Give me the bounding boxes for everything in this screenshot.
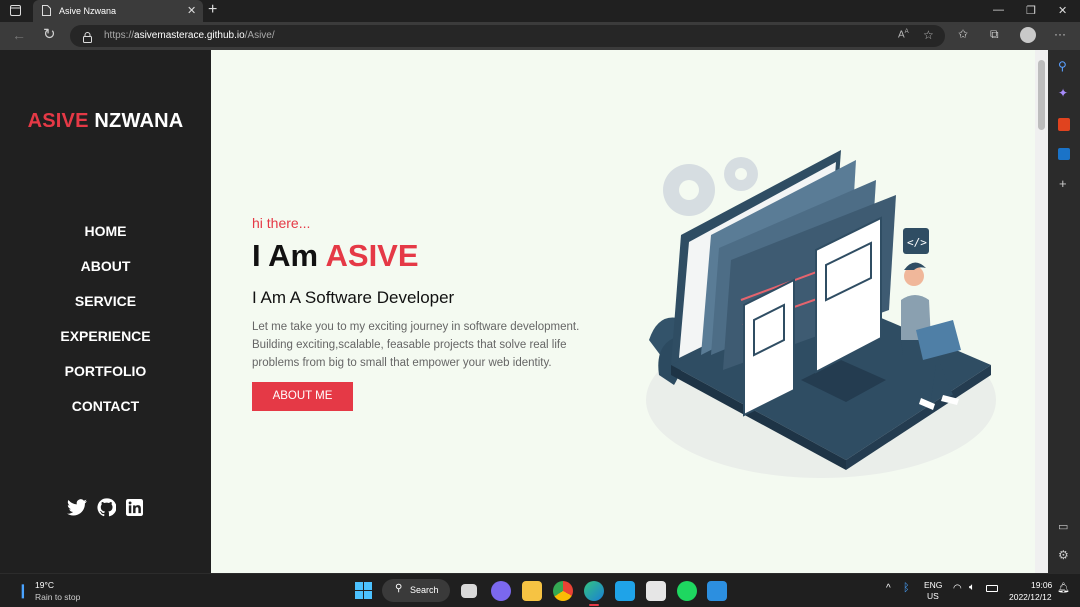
clock-time[interactable]: 19:06 bbox=[1031, 580, 1052, 590]
clock-date[interactable]: 2022/12/12 bbox=[1009, 592, 1052, 602]
nav-service[interactable]: SERVICE bbox=[0, 293, 211, 309]
language-bottom[interactable]: US bbox=[927, 591, 939, 601]
spotify-icon[interactable] bbox=[677, 581, 697, 601]
back-icon[interactable]: ← bbox=[12, 28, 26, 42]
tab-title: Asive Nzwana bbox=[59, 6, 117, 16]
weather-icon[interactable]: ❙ bbox=[17, 582, 29, 599]
edge-sidebar: ⚲ ✦ + ▭ ⚙ bbox=[1048, 50, 1080, 573]
url-scheme: https:// bbox=[104, 30, 135, 41]
hide-sidebar-icon[interactable]: ▭ bbox=[1058, 520, 1068, 533]
github-icon[interactable] bbox=[97, 498, 117, 522]
page-icon bbox=[42, 5, 51, 18]
social-links bbox=[67, 498, 147, 517]
close-tab-icon[interactable]: ✕ bbox=[187, 4, 196, 17]
headline-prefix: I Am bbox=[252, 238, 319, 273]
svg-text:</>: </> bbox=[907, 236, 927, 249]
settings-icon[interactable]: ⚙ bbox=[1058, 548, 1069, 562]
url-path: /Asive/ bbox=[244, 30, 275, 41]
volume-icon[interactable]: 🔈︎ bbox=[969, 582, 975, 593]
new-tab-button[interactable]: + bbox=[208, 1, 217, 19]
search-icon: ⚲ bbox=[395, 583, 403, 594]
sidebar: ASIVE NZWANA HOME ABOUT SERVICE EXPERIEN… bbox=[0, 50, 211, 573]
search-label: Search bbox=[410, 585, 439, 595]
hero-headline: I Am ASIVE bbox=[252, 238, 419, 274]
libre-icon[interactable] bbox=[615, 581, 635, 601]
teams-chat-icon[interactable] bbox=[491, 581, 511, 601]
nav-portfolio[interactable]: PORTFOLIO bbox=[0, 363, 211, 379]
restore-icon[interactable]: ❐ bbox=[1026, 4, 1036, 17]
add-app-icon[interactable]: + bbox=[1059, 176, 1067, 191]
chrome-icon[interactable] bbox=[553, 581, 573, 601]
intro-paragraph: Let me take you to my exciting journey i… bbox=[252, 318, 602, 372]
office-icon[interactable] bbox=[1058, 118, 1070, 131]
outlook-icon[interactable] bbox=[1058, 148, 1070, 160]
minimize-icon[interactable]: — bbox=[993, 4, 1004, 16]
start-icon[interactable] bbox=[355, 582, 372, 604]
url-host: asivemasterace.github.io bbox=[134, 30, 245, 41]
tab-bar: Asive Nzwana ✕ + — ❐ ✕ bbox=[0, 0, 1080, 22]
site-logo[interactable]: ASIVE NZWANA bbox=[0, 110, 211, 133]
tab-actions-icon[interactable] bbox=[10, 5, 21, 18]
taskbar-search[interactable]: ⚲ Search bbox=[382, 579, 450, 602]
nav-contact[interactable]: CONTACT bbox=[0, 398, 211, 414]
browser-toolbar: ← ↻ https://asivemasterace.github.io/Asi… bbox=[0, 22, 1080, 50]
read-aloud-icon[interactable]: AA bbox=[898, 29, 909, 40]
language-top[interactable]: ENG bbox=[924, 580, 942, 590]
bluetooth-icon[interactable]: ᛒ bbox=[903, 582, 910, 594]
windows-taskbar: ❙ 19°C Rain to stop ⚲ Search ^ ᛒ ENG US … bbox=[0, 573, 1080, 607]
file-explorer-icon[interactable] bbox=[522, 581, 542, 601]
discover-icon[interactable]: ✦ bbox=[1058, 86, 1068, 100]
add-favorite-icon[interactable]: ☆ bbox=[923, 28, 934, 42]
task-view-icon[interactable] bbox=[461, 584, 477, 598]
active-app-indicator bbox=[589, 604, 599, 606]
browser-tab[interactable]: Asive Nzwana ✕ bbox=[33, 0, 203, 22]
close-window-icon[interactable]: ✕ bbox=[1058, 4, 1067, 17]
logo-last-name: NZWANA bbox=[94, 110, 184, 132]
weather-temp[interactable]: 19°C bbox=[35, 580, 54, 590]
page-scrollbar[interactable] bbox=[1035, 50, 1048, 573]
refresh-icon[interactable]: ↻ bbox=[43, 27, 56, 42]
intro-line: Let me take you to my exciting journey i… bbox=[252, 321, 580, 333]
edge-icon[interactable] bbox=[584, 581, 604, 601]
about-me-button[interactable]: ABOUT ME bbox=[252, 382, 353, 411]
hero-section: hi there... I Am ASIVE I Am A Software D… bbox=[211, 50, 1035, 573]
wifi-icon[interactable]: ◠ bbox=[953, 583, 962, 594]
profile-avatar[interactable] bbox=[1020, 27, 1036, 43]
developer-illustration: </> bbox=[646, 150, 996, 478]
vscode-icon[interactable] bbox=[707, 581, 727, 601]
nav-experience[interactable]: EXPERIENCE bbox=[0, 328, 211, 344]
collections-icon[interactable]: ⧉ bbox=[990, 28, 999, 40]
scrollbar-thumb[interactable] bbox=[1038, 60, 1045, 130]
search-icon[interactable]: ⚲ bbox=[1058, 59, 1067, 73]
hero-subtitle: I Am A Software Developer bbox=[252, 288, 455, 307]
address-bar[interactable]: https://asivemasterace.github.io/Asive/ … bbox=[70, 25, 945, 47]
headline-name: ASIVE bbox=[325, 238, 419, 273]
logo-first-name: ASIVE bbox=[27, 110, 89, 132]
more-options-icon[interactable]: ··· bbox=[1054, 28, 1066, 40]
url-text: https://asivemasterace.github.io/Asive/ bbox=[104, 30, 275, 41]
battery-icon[interactable] bbox=[986, 585, 998, 592]
weather-desc[interactable]: Rain to stop bbox=[35, 592, 80, 602]
twitter-icon[interactable] bbox=[67, 499, 87, 521]
nav-home[interactable]: HOME bbox=[0, 223, 211, 239]
show-hidden-icons[interactable]: ^ bbox=[886, 583, 891, 594]
store-icon[interactable] bbox=[646, 581, 666, 601]
intro-line: Building exciting,scalable, feasable pro… bbox=[252, 339, 567, 351]
intro-line: problems from big to small that empower … bbox=[252, 357, 552, 369]
notification-icon[interactable]: 🔔︎ bbox=[1057, 583, 1070, 594]
nav-about[interactable]: ABOUT bbox=[0, 258, 211, 274]
favorites-icon[interactable]: ✩ bbox=[958, 28, 968, 40]
greeting-text: hi there... bbox=[252, 215, 311, 231]
linkedin-icon[interactable] bbox=[126, 499, 143, 521]
lock-icon[interactable] bbox=[83, 30, 92, 48]
